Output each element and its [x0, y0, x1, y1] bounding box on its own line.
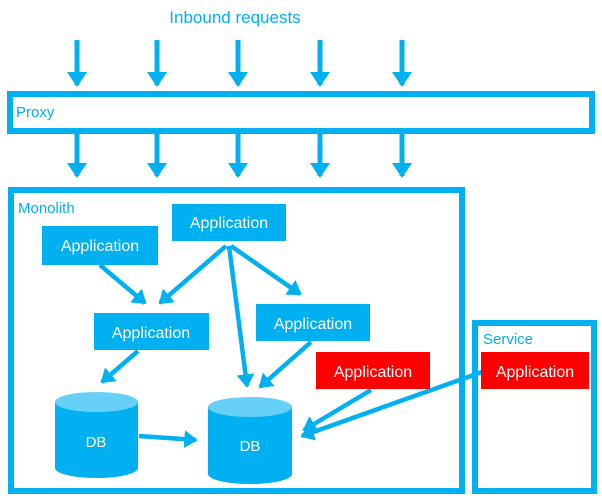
database-left[interactable]: DB: [55, 392, 138, 478]
application-label: Application: [496, 364, 574, 381]
application-label: Application: [61, 238, 139, 255]
database-label: DB: [240, 438, 261, 455]
application-label: Application: [112, 325, 190, 342]
monolith-label: Monolith: [18, 200, 75, 217]
database-right[interactable]: DB: [208, 397, 292, 484]
application-label: Application: [274, 316, 352, 333]
proxy-box: Proxy: [7, 91, 595, 134]
application-box[interactable]: Application: [172, 204, 286, 241]
inbound-arrows: [67, 40, 412, 88]
service-application-box[interactable]: Application: [481, 352, 589, 389]
proxy-arrows: [67, 134, 412, 179]
service-label: Service: [483, 331, 533, 348]
application-box[interactable]: Application: [256, 304, 370, 341]
application-label: Application: [190, 215, 268, 232]
inbound-requests-title: Inbound requests: [169, 8, 300, 27]
application-box[interactable]: Application: [94, 313, 209, 350]
proxy-label: Proxy: [16, 104, 55, 121]
legacy-application-box[interactable]: Application: [316, 352, 430, 389]
application-box[interactable]: Application: [42, 226, 158, 265]
architecture-diagram: Inbound requests Proxy Monolith Service: [7, 8, 597, 494]
service-box: Service: [472, 320, 597, 494]
application-label: Application: [334, 364, 412, 381]
database-label: DB: [86, 434, 107, 451]
